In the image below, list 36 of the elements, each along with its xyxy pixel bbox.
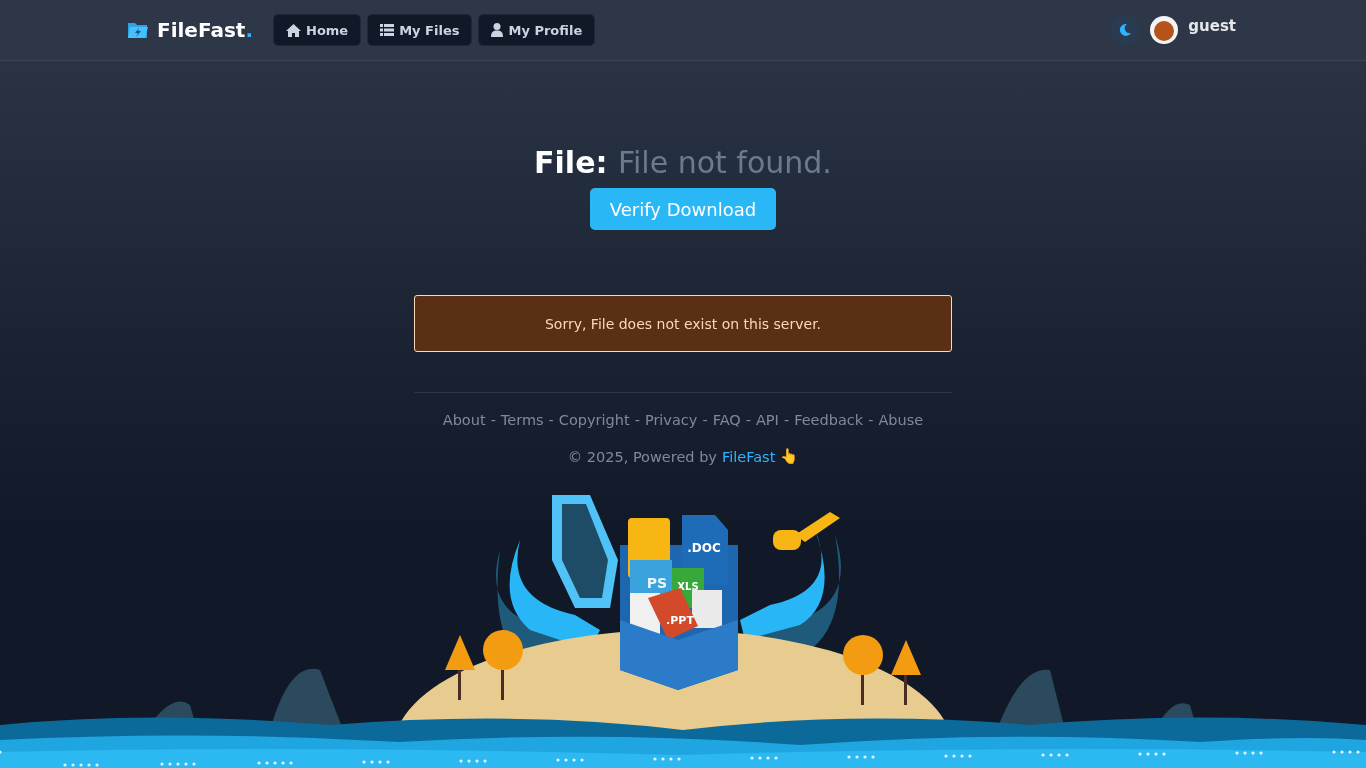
file-heading: File: File not found. — [534, 145, 832, 180]
file-type-label: .PPT — [666, 614, 694, 627]
link-separator: - — [702, 412, 708, 428]
folder-bolt-icon — [127, 21, 149, 39]
error-alert: Sorry, File does not exist on this server. — [414, 295, 952, 352]
user-icon — [491, 23, 504, 37]
file-type-label: XLS — [677, 581, 699, 592]
link-separator: - — [548, 412, 554, 428]
username[interactable]: guest — [1188, 17, 1236, 35]
footer-link[interactable]: Copyright — [558, 412, 630, 428]
link-separator: - — [634, 412, 640, 428]
link-separator: - — [868, 412, 874, 428]
file-type-label: .DOC — [687, 541, 721, 555]
nav-button[interactable]: My Files — [367, 14, 473, 46]
footer-link[interactable]: About — [442, 412, 486, 428]
footer-link[interactable]: Feedback — [794, 412, 864, 428]
link-separator: - — [490, 412, 496, 428]
footer-link[interactable]: API — [755, 412, 779, 428]
home-icon — [286, 23, 301, 37]
footer-link[interactable]: Terms — [500, 412, 544, 428]
footer-link[interactable]: FAQ — [712, 412, 741, 428]
footer-link[interactable]: Privacy — [644, 412, 698, 428]
moon-icon — [1118, 23, 1133, 37]
copyright-text: © 2025, Powered by — [567, 448, 717, 465]
nav-button[interactable]: Home — [273, 14, 362, 46]
avatar-icon[interactable] — [1150, 16, 1179, 44]
footer-link[interactable]: Abuse — [878, 412, 924, 428]
link-separator: - — [745, 412, 751, 428]
list-icon — [380, 24, 395, 36]
file-type-label: PS — [646, 575, 668, 591]
pointing-hand-emoji: 👆 — [780, 448, 799, 465]
link-separator: - — [783, 412, 790, 428]
filefast-link[interactable]: FileFast — [721, 448, 776, 465]
nav-button[interactable]: My Profile — [478, 14, 596, 46]
theme-toggle-button[interactable] — [1110, 15, 1141, 45]
brand-logo-link[interactable]: FileFast. — [127, 18, 253, 42]
